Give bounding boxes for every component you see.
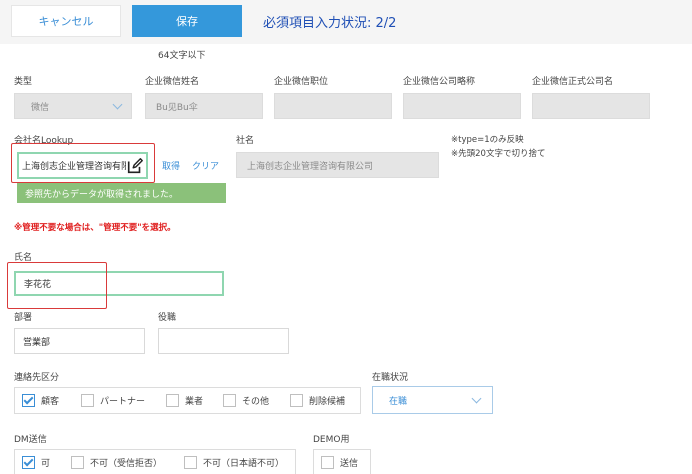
title-label: 役職 [158, 313, 177, 323]
checkbox-checked[interactable] [22, 394, 35, 407]
contact-category-group: 顧客 パートナー 業者 その他 削除候補 [14, 387, 361, 414]
option-label: その他 [242, 397, 270, 407]
check-icon [23, 394, 34, 404]
top-toolbar: キャンセル 保存 必須項目入力状況: 2/2 [0, 0, 692, 44]
checkbox[interactable] [71, 456, 84, 469]
option-label: 削除候補 [309, 397, 346, 407]
demo-send[interactable]: 送信 [321, 450, 358, 474]
checkbox[interactable] [321, 456, 334, 469]
employment-status-label: 在職状況 [372, 373, 409, 383]
dm-send-refused[interactable]: 不可（受信拒否） [71, 450, 162, 474]
dm-send-label: DM送信 [14, 435, 47, 445]
wechat-name-label: 企业微信姓名 [145, 77, 200, 87]
option-label: 不可（受信拒否） [90, 459, 163, 469]
type-label: 类型 [14, 77, 33, 87]
check-icon [23, 456, 34, 466]
option-label: 可 [41, 459, 51, 469]
save-button[interactable]: 保存 [132, 5, 242, 37]
dm-send-group: 可 不可（受信拒否） 不可（日本語不可） [14, 449, 296, 474]
note-type: ※type=1のみ反映 [451, 135, 524, 145]
checkbox[interactable] [81, 394, 94, 407]
type-select-value: 微信 [31, 102, 50, 113]
wechat-company-short-label: 企业微信公司略称 [403, 77, 476, 87]
option-label: 不可（日本語不可） [203, 459, 285, 469]
title-input[interactable] [158, 328, 289, 354]
type-select[interactable]: 微信 [14, 93, 132, 119]
checkbox[interactable] [223, 394, 236, 407]
lookup-success-message: 参照先からデータが取得されました。 [17, 183, 226, 203]
contact-category-partner[interactable]: パートナー [81, 388, 145, 413]
wechat-name-field: Bu见Bu伞 [145, 93, 263, 119]
wechat-position-field [274, 93, 392, 119]
company-name-field: 上海创志企业管理咨询有限公司 [236, 152, 439, 178]
contact-category-delete-candidate[interactable]: 削除候補 [290, 388, 345, 413]
contact-category-other[interactable]: その他 [223, 388, 269, 413]
checkbox[interactable] [184, 456, 197, 469]
checkbox-checked[interactable] [22, 456, 35, 469]
company-name-label: 社名 [236, 136, 255, 146]
annotation-highlight-name [7, 262, 107, 309]
cancel-button[interactable]: キャンセル [11, 5, 121, 37]
note-truncate: ※先頭20文字で切り捨て [451, 149, 546, 159]
wechat-position-label: 企业微信职位 [274, 77, 329, 87]
option-label: 顧客 [41, 397, 60, 407]
checkbox[interactable] [166, 394, 179, 407]
department-label: 部署 [14, 313, 33, 323]
demo-group: 送信 [313, 449, 371, 474]
wechat-company-short-field [403, 93, 521, 119]
option-label: パートナー [100, 397, 146, 407]
demo-label: DEMO用 [313, 435, 350, 445]
required-status: 必須項目入力状況: 2/2 [263, 16, 397, 31]
contact-category-customer[interactable]: 顧客 [22, 388, 59, 413]
employment-status-value: 在職 [389, 396, 408, 407]
contact-category-vendor[interactable]: 業者 [166, 388, 203, 413]
dm-send-no-japanese[interactable]: 不可（日本語不可） [184, 450, 284, 474]
department-input[interactable]: 営業部 [14, 328, 145, 354]
annotation-highlight-lookup [11, 143, 155, 183]
contact-category-label: 連絡先区分 [14, 373, 60, 383]
lookup-clear-link[interactable]: クリア [192, 159, 219, 172]
option-label: 業者 [185, 397, 204, 407]
char-limit-hint: 64文字以下 [158, 51, 206, 61]
option-label: 送信 [340, 459, 359, 469]
warning-text: ※管理不要な場合は、"管理不要"を選択。 [14, 223, 176, 233]
lookup-get-link[interactable]: 取得 [162, 159, 180, 172]
dm-send-allowed[interactable]: 可 [22, 450, 50, 474]
chevron-down-icon [112, 99, 123, 109]
employment-status-select[interactable]: 在職 [372, 386, 493, 414]
wechat-company-official-field [532, 93, 650, 119]
checkbox[interactable] [290, 394, 303, 407]
chevron-down-icon [471, 393, 482, 403]
wechat-company-official-label: 企业微信正式公司名 [532, 77, 614, 87]
